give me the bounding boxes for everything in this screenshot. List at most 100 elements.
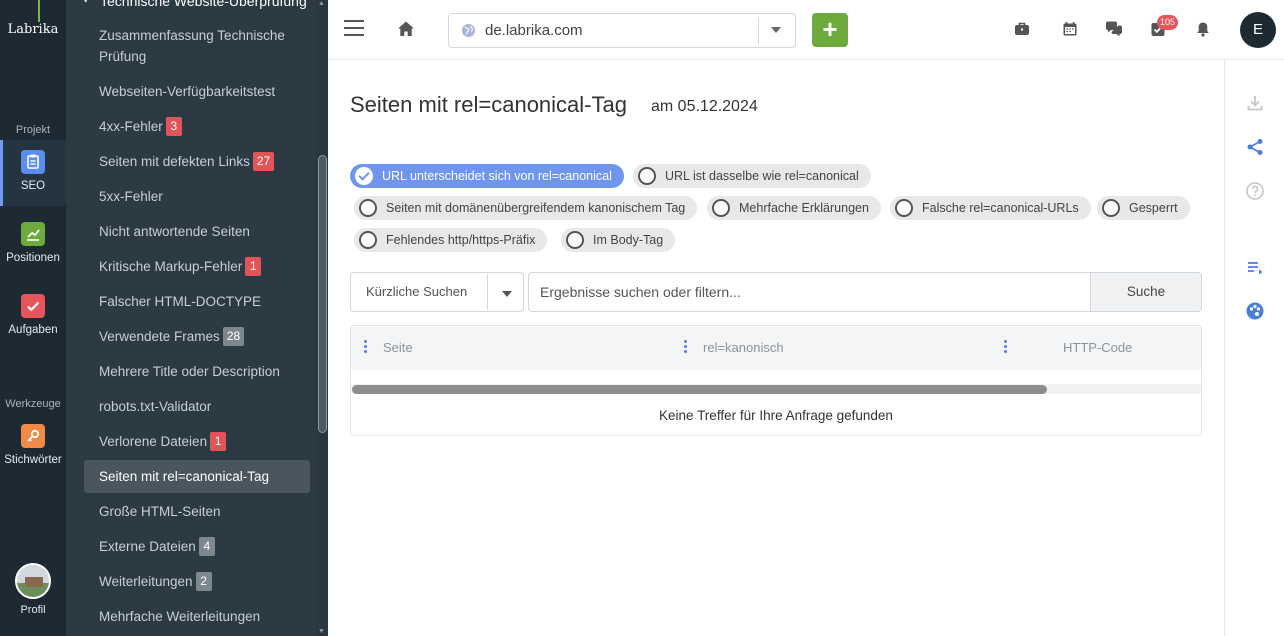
recent-searches-label: Kürzliche Suchen [366,284,468,299]
sidebar-item-5xx[interactable]: 5xx-Fehler [99,186,309,207]
help-icon[interactable] [1245,181,1265,201]
sidebar-scrollbar[interactable] [318,155,327,433]
count-badge: 1 [245,257,262,276]
globe-icon [461,23,476,38]
rail-item-aufgaben[interactable]: Aufgaben [0,284,66,350]
sidebar-item-title-description[interactable]: Mehrere Title oder Description [99,361,309,382]
count-badge: 2 [195,572,212,591]
sidebar-item-grosse-html[interactable]: Große HTML-Seiten [99,501,309,522]
playlist-icon[interactable] [1245,258,1265,278]
radio-icon [895,199,913,217]
add-project-button[interactable]: + [812,13,848,47]
chevron-down-icon[interactable] [771,27,781,33]
rail-item-label: Positionen [6,252,60,264]
count-badge: 28 [222,327,245,346]
sidebar-item-zusammenfassung[interactable]: Zusammenfassung Technische Prüfung [99,25,309,67]
sidebar-group-title[interactable]: Technische Website-Überprüfung [100,0,307,9]
checkbox-checked-icon [355,167,373,185]
filter-chip-blocked[interactable]: Gesperrt [1097,196,1190,220]
scroll-up-arrow-icon[interactable]: ▲ [318,0,325,7]
empty-results-message: Keine Treffer für Ihre Anfrage gefunden [659,408,893,423]
sidebar-item-canonical[interactable]: Seiten mit rel=canonical-Tag [84,460,310,493]
logo-text: Labrika [7,22,59,37]
rail-item-stichwoerter[interactable]: Stichwörter [0,414,66,480]
sidebar-item-robots[interactable]: robots.txt-Validator [99,396,309,417]
clipboard-icon [21,150,45,174]
scrollbar-thumb[interactable] [352,385,1047,394]
notification-count-badge: 105 [1157,15,1179,30]
chevron-down-icon[interactable]: ∨ [82,0,89,5]
rail-section-projekt: Projekt [15,124,51,136]
column-header-http-code[interactable]: HTTP-Code [1063,340,1132,355]
hamburger-menu-icon[interactable] [344,20,364,38]
filter-chip-url-differs[interactable]: URL unterscheidet sich von rel=canonical [350,164,624,188]
rail-item-label: Aufgaben [8,324,58,336]
search-button[interactable]: Suche [1090,272,1202,312]
app-logo[interactable]: Labrika [0,0,66,60]
recent-searches-select[interactable]: Kürzliche Suchen [350,272,524,312]
count-badge: 1 [210,432,227,451]
profile-avatar[interactable] [15,563,51,599]
download-icon[interactable] [1245,93,1265,113]
scroll-down-arrow-icon[interactable]: ▼ [318,628,325,635]
filter-chip-url-same[interactable]: URL ist dasselbe wie rel=canonical [633,164,871,188]
app-rail: Labrika Projekt SEO Positionen Aufgaben … [0,0,66,636]
radio-icon [1102,199,1120,217]
search-input[interactable] [528,272,1091,312]
rail-section-werkzeuge: Werkzeuge [5,398,61,410]
briefcase-icon[interactable] [1013,20,1031,38]
domain-select[interactable]: de.labrika.com [448,13,796,48]
column-menu-icon[interactable] [1004,340,1008,354]
filter-chip-cross-domain[interactable]: Seiten mit domänenübergreifendem kanonis… [354,196,698,220]
count-badge: 27 [252,152,275,171]
column-menu-icon[interactable] [684,340,688,354]
radio-icon [638,167,656,185]
column-menu-icon[interactable] [364,340,368,354]
chart-icon [21,222,45,246]
home-icon[interactable] [396,19,416,39]
domain-value: de.labrika.com [485,22,583,39]
page-date: am 05.12.2024 [651,98,758,115]
check-icon [21,294,45,318]
filter-chip-wrong-urls[interactable]: Falsche rel=canonical-URLs [890,196,1091,220]
sidebar-item-defekte-links[interactable]: Seiten mit defekten Links 27 [99,151,309,172]
rail-item-positionen[interactable]: Positionen [0,212,66,278]
sidebar-item-frames[interactable]: Verwendete Frames 28 [99,326,309,347]
results-table: Seite rel=kanonisch HTTP-Code Keine Tref… [350,325,1202,436]
page-title: Seiten mit rel=canonical-Tag [350,92,627,117]
table-horizontal-scrollbar[interactable] [351,384,1201,394]
radio-icon [359,231,377,249]
radio-icon [359,199,377,217]
logo-mark [38,0,40,22]
rail-item-label: SEO [20,180,46,192]
rail-item-seo[interactable]: SEO [0,140,66,206]
share-icon[interactable] [1245,137,1265,157]
sidebar-item-mehrfache-weiterleitungen[interactable]: Mehrfache Weiterleitungen [99,606,309,627]
sidebar-item-weiterleitungen[interactable]: Weiterleitungen 2 [99,571,309,592]
palette-icon[interactable] [1245,301,1265,321]
chat-icon[interactable] [1104,20,1122,38]
sidebar-item-verfuegbarkeitstest[interactable]: Webseiten-Verfügbarkeitstest [99,81,309,102]
radio-icon [712,199,730,217]
sidebar-item-externe-dateien[interactable]: Externe Dateien 4 [99,536,309,557]
user-avatar[interactable]: E [1240,12,1276,48]
chevron-down-icon[interactable] [502,291,512,297]
sidebar-item-verlorene-dateien[interactable]: Verlorene Dateien 1 [99,431,309,452]
sidebar-item-doctype[interactable]: Falscher HTML-DOCTYPE [99,291,309,312]
filter-chip-body-tag[interactable]: Im Body-Tag [561,228,676,252]
key-icon [21,424,45,448]
column-header-rel-kanonisch[interactable]: rel=kanonisch [703,340,784,355]
filter-chip-missing-prefix[interactable]: Fehlendes http/https-Präfix [354,228,548,252]
section-sidebar: ∨ Technische Website-Überprüfung Zusamme… [66,0,328,636]
table-header: Seite rel=kanonisch HTTP-Code [351,326,1201,370]
sidebar-item-4xx[interactable]: 4xx-Fehler 3 [99,116,309,137]
count-badge: 3 [165,117,182,136]
calendar-icon[interactable] [1061,20,1079,38]
filter-chip-multiple[interactable]: Mehrfache Erklärungen [707,196,881,220]
sidebar-item-markup-fehler[interactable]: Kritische Markup-Fehler 1 [99,256,309,277]
rail-item-label: Stichwörter [4,454,62,466]
profile-label[interactable]: Profil [0,604,66,616]
bell-icon[interactable] [1194,20,1212,38]
sidebar-item-nicht-antwortend[interactable]: Nicht antwortende Seiten [99,221,309,242]
column-header-seite[interactable]: Seite [383,340,413,355]
